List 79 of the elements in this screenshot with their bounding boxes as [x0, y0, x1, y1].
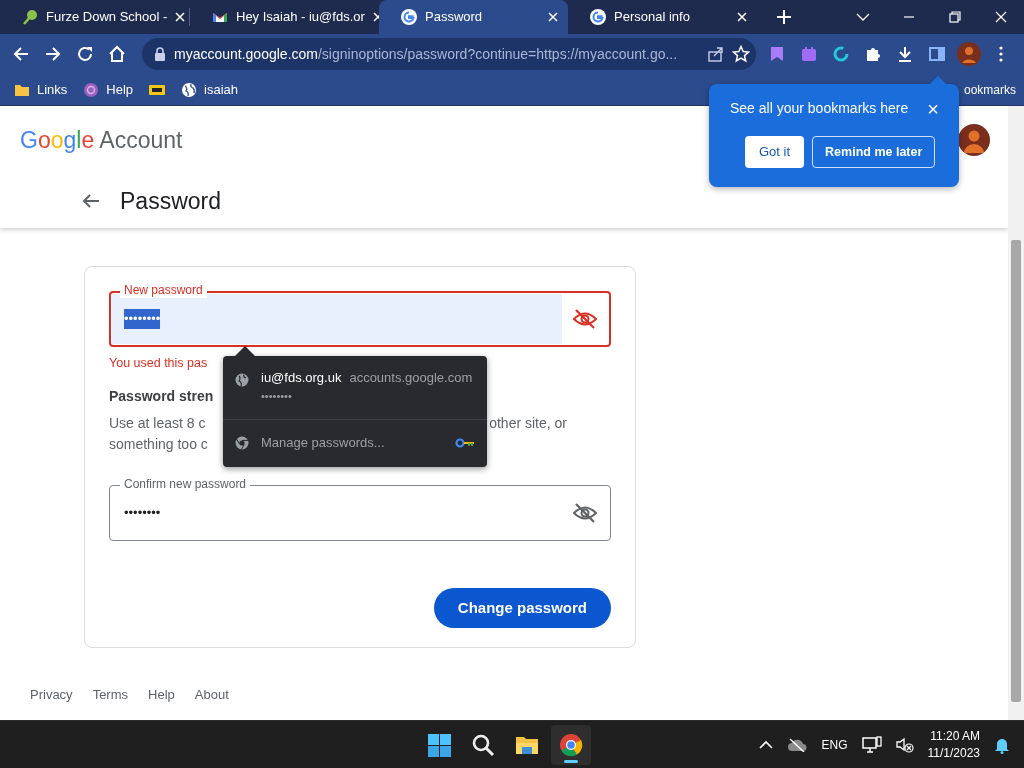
scrollbar-thumb[interactable]	[1011, 240, 1021, 702]
url-text: myaccount.google.com/signinoptions/password?continue=https://myaccount.go...	[174, 44, 678, 64]
footer-link[interactable]: About	[194, 685, 229, 705]
bookmark[interactable]: isaiah	[181, 79, 239, 100]
network-icon[interactable]	[861, 735, 882, 754]
globe-icon	[181, 81, 198, 98]
clock[interactable]: 11:20 AM 11/1/2023	[927, 727, 980, 762]
page-title: Password	[120, 186, 221, 216]
chevron-up-icon[interactable]	[759, 739, 774, 750]
site-text: accounts.google.com	[349, 369, 473, 387]
tab-title: Password	[425, 8, 484, 27]
download-icon[interactable]	[896, 45, 914, 63]
plus-icon[interactable]	[777, 10, 791, 24]
browser-tab[interactable]: Password	[379, 0, 568, 34]
volume-muted-icon[interactable]	[895, 736, 914, 753]
chrome-icon	[559, 732, 583, 757]
hint-text: Use at least 8 c	[109, 414, 206, 433]
field-label: New password	[120, 282, 207, 298]
got-it-button[interactable]: Got it	[745, 136, 805, 168]
close-icon[interactable]	[548, 12, 558, 22]
browser-tab[interactable]: Furze Down School -	[0, 0, 189, 34]
close-icon[interactable]	[994, 10, 1008, 24]
ring-icon[interactable]	[832, 45, 850, 63]
error-message: You used this pas	[109, 355, 209, 372]
search-icon	[471, 732, 495, 757]
forward-icon[interactable]	[44, 45, 62, 63]
hint-text: something too c	[109, 435, 208, 454]
remind-later-button[interactable]: Remind me later	[812, 136, 936, 168]
eye-slash-icon[interactable]	[573, 309, 597, 329]
all-bookmarks-link[interactable]: ookmarks	[964, 80, 1016, 99]
hint-text: other site, or	[489, 414, 567, 433]
share-icon[interactable]	[708, 46, 724, 62]
side-panel-icon[interactable]	[928, 45, 946, 63]
strength-heading: Password stren	[109, 387, 214, 406]
taskbar-app[interactable]	[551, 724, 591, 765]
puzzle-icon[interactable]	[864, 45, 882, 63]
mail-icon	[212, 11, 228, 23]
cloud-off-icon[interactable]	[787, 737, 808, 752]
google-icon	[401, 9, 417, 25]
browser-tab[interactable]: Personal info	[568, 0, 757, 34]
bookmark[interactable]: Help	[83, 79, 134, 100]
autofill-suggestion[interactable]: iu@fds.org.uk accounts.google.com ••••••••	[223, 356, 487, 420]
tab-title: Furze Down School -	[46, 8, 168, 27]
eye-slash-icon[interactable]	[573, 503, 597, 523]
close-icon[interactable]	[737, 12, 747, 22]
footer-link[interactable]: Privacy	[30, 685, 73, 705]
bookmark[interactable]: Links	[14, 79, 68, 100]
home-icon[interactable]	[108, 45, 126, 63]
lock-icon	[154, 47, 166, 61]
close-icon[interactable]	[175, 12, 186, 22]
language-indicator[interactable]: ENG	[821, 735, 848, 754]
bookmark-icon[interactable]	[768, 45, 786, 63]
close-button[interactable]: ×	[927, 98, 939, 119]
avatar[interactable]	[958, 124, 990, 156]
manage-passwords-item[interactable]: Manage passwords...	[223, 420, 487, 466]
tooltip-text: See all your bookmarks here	[730, 99, 909, 118]
globe-icon	[235, 373, 249, 387]
back-arrow-icon[interactable]	[82, 193, 100, 209]
tab-title: Hey Isaiah - iu@fds.or	[236, 8, 365, 27]
google-icon	[590, 9, 606, 25]
google-account-logo: Google Account	[20, 125, 183, 155]
footer-link[interactable]: Help	[148, 685, 175, 705]
change-password-button[interactable]: Change password	[433, 588, 611, 628]
username-text: iu@fds.org.uk	[261, 369, 342, 387]
reload-icon[interactable]	[76, 45, 94, 63]
address-bar[interactable]: myaccount.google.com/signinoptions/password?continue=https://myaccount.go...	[142, 38, 756, 70]
windows-icon	[427, 732, 451, 757]
tab-title: Personal info	[614, 8, 691, 27]
back-icon[interactable]	[12, 45, 30, 63]
chrome-icon	[235, 436, 249, 450]
restore-icon[interactable]	[948, 10, 962, 24]
masked-password: ••••••••	[261, 388, 293, 404]
footer-link[interactable]: Terms	[92, 685, 128, 705]
scrollbar[interactable]	[1008, 106, 1024, 720]
badge-icon	[83, 81, 100, 98]
leaf-icon	[22, 9, 38, 25]
key-icon	[455, 438, 475, 448]
star-icon[interactable]	[732, 45, 750, 63]
field-label: Confirm new password	[120, 476, 251, 492]
